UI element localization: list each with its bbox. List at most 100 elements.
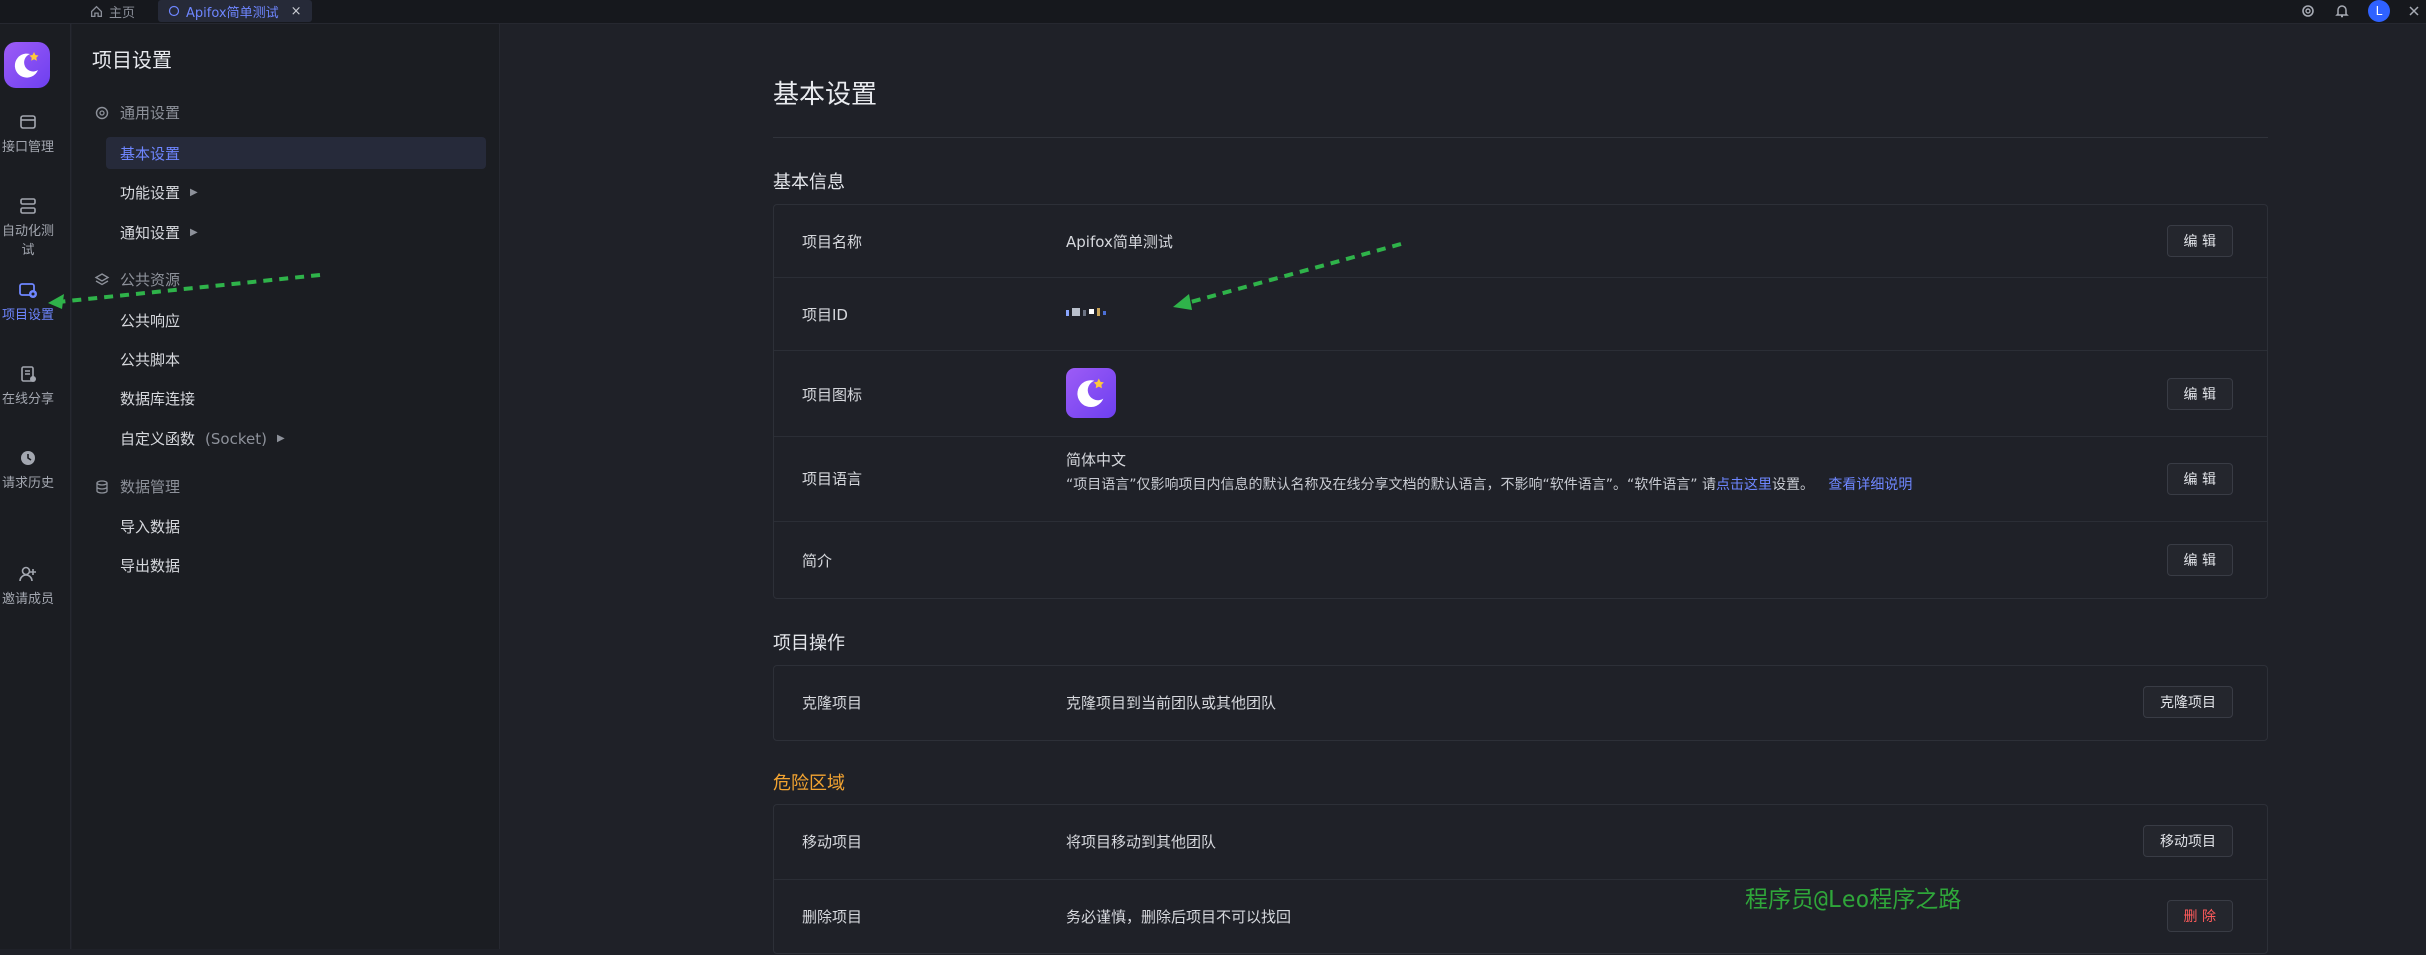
nav-title: 项目设置 bbox=[92, 48, 172, 72]
project-settings-icon bbox=[19, 283, 37, 298]
main-content: 基本设置 基本信息 项目名称 Apifox简单测试 编 辑 项目ID 项目图标 bbox=[500, 24, 2426, 954]
nav-item-export[interactable]: 导出数据 bbox=[120, 555, 180, 576]
nav-item-custom-func[interactable]: 自定义函数 (Socket) ▶ bbox=[120, 428, 285, 449]
settings-nav: 项目设置 通用设置 基本设置 功能设置 ▶ 通知设置 ▶ 公共资源 公共响应 公… bbox=[72, 24, 500, 949]
nav-item-label: 通知设置 bbox=[120, 224, 181, 242]
row-delete: 删除项目 务必谨慎，删除后项目不可以找回 删 除 bbox=[774, 880, 2267, 955]
row-label: 简介 bbox=[802, 552, 833, 570]
annotation-arrow-left bbox=[48, 273, 321, 309]
row-project-name: 项目名称 Apifox简单测试 编 辑 bbox=[774, 205, 2267, 278]
nav-item-label: 公共脚本 bbox=[120, 351, 181, 369]
row-clone: 克隆项目 克隆项目到当前团队或其他团队 克隆项目 bbox=[774, 666, 2267, 740]
rail-item-label: 自动化测试 bbox=[1, 224, 54, 258]
nav-group-general: 通用设置 bbox=[94, 102, 180, 123]
delete-project-button[interactable]: 删 除 bbox=[2166, 900, 2233, 932]
edit-name-button[interactable]: 编 辑 bbox=[2166, 225, 2233, 257]
home-icon bbox=[90, 5, 103, 17]
click-here-link[interactable]: 点击这里 bbox=[1716, 477, 1772, 493]
rail-item-history[interactable]: 请求历史 bbox=[0, 448, 56, 491]
danger-zone-card: 移动项目 将项目移动到其他团队 移动项目 删除项目 务必谨慎，删除后项目不可以找… bbox=[773, 804, 2268, 954]
api-icon bbox=[20, 115, 36, 129]
section-project-ops: 项目操作 bbox=[773, 633, 845, 654]
project-language-value: 简体中文 bbox=[1066, 451, 1127, 469]
rail-item-label: 邀请成员 bbox=[1, 592, 54, 607]
tab-project-label: Apifox简单测试 bbox=[186, 5, 279, 21]
row-project-id: 项目ID bbox=[774, 278, 2267, 351]
share-icon bbox=[21, 366, 36, 382]
nav-item-basic[interactable]: 基本设置 bbox=[106, 137, 486, 169]
nav-item-db-connect[interactable]: 数据库连接 bbox=[120, 388, 195, 409]
top-tab-bar: 主页 Apifox简单测试 × L bbox=[0, 0, 2426, 24]
detail-link[interactable]: 查看详细说明 bbox=[1828, 477, 1912, 493]
nav-group-label: 数据管理 bbox=[120, 478, 181, 496]
watermark-text: 程序员@Leo程序之路 bbox=[1745, 887, 1962, 913]
row-project-icon: 项目图标 编 辑 bbox=[774, 351, 2267, 437]
rail-item-label: 请求历史 bbox=[1, 476, 54, 491]
move-description: 将项目移动到其他团队 bbox=[1066, 833, 1217, 851]
delete-description: 务必谨慎，删除后项目不可以找回 bbox=[1066, 908, 1292, 926]
row-label: 删除项目 bbox=[802, 908, 863, 926]
close-icon[interactable]: × bbox=[291, 4, 302, 19]
gear-icon bbox=[95, 106, 109, 119]
top-right-icons: L bbox=[2300, 0, 2426, 22]
caret-right-icon: ▶ bbox=[190, 187, 198, 198]
language-hint-text: “项目语言”仅影响项目内信息的默认名称及在线分享文档的默认语言，不影响“软件语言… bbox=[1066, 477, 1716, 493]
nav-item-label: 自定义函数 bbox=[120, 430, 196, 448]
row-label: 克隆项目 bbox=[802, 694, 863, 712]
tab-home[interactable]: 主页 bbox=[90, 0, 135, 22]
invite-icon bbox=[19, 566, 36, 582]
row-label: 项目语言 bbox=[802, 470, 863, 488]
rail-item-label: 在线分享 bbox=[1, 392, 54, 407]
tab-project[interactable]: Apifox简单测试 × bbox=[158, 0, 312, 22]
moon-icon bbox=[1077, 378, 1104, 408]
row-project-language: 项目语言 简体中文 “项目语言”仅影响项目内信息的默认名称及在线分享文档的默认语… bbox=[774, 437, 2267, 522]
project-tab-icon bbox=[168, 5, 180, 17]
rail-item-api[interactable]: 接口管理 bbox=[0, 112, 56, 155]
clone-description: 克隆项目到当前团队或其他团队 bbox=[1066, 694, 1277, 712]
rail-item-label: 接口管理 bbox=[1, 140, 54, 155]
title-divider bbox=[773, 137, 2268, 138]
caret-right-icon: ▶ bbox=[276, 433, 285, 444]
moon-icon bbox=[14, 52, 39, 78]
clone-project-button[interactable]: 克隆项目 bbox=[2143, 686, 2233, 718]
nav-item-suffix: (Socket) bbox=[205, 429, 267, 448]
edit-language-button[interactable]: 编 辑 bbox=[2166, 463, 2233, 495]
caret-right-icon: ▶ bbox=[190, 227, 198, 238]
history-icon bbox=[21, 451, 35, 465]
move-project-button[interactable]: 移动项目 bbox=[2143, 825, 2233, 857]
nav-item-import[interactable]: 导入数据 bbox=[120, 516, 180, 537]
section-basic-info: 基本信息 bbox=[773, 172, 845, 193]
row-label: 项目ID bbox=[802, 306, 848, 324]
nav-item-label: 基本设置 bbox=[120, 144, 181, 163]
page-title: 基本设置 bbox=[773, 80, 878, 110]
language-hint-suffix: 设置。 bbox=[1771, 477, 1814, 493]
user-avatar[interactable]: L bbox=[2368, 0, 2390, 22]
nav-item-feature[interactable]: 功能设置 ▶ bbox=[120, 182, 198, 203]
nav-item-notify[interactable]: 通知设置 ▶ bbox=[120, 222, 198, 243]
section-danger-zone: 危险区域 bbox=[773, 773, 845, 794]
basic-info-card: 项目名称 Apifox简单测试 编 辑 项目ID 项目图标 编 辑 项目语言 简… bbox=[773, 204, 2268, 599]
nav-item-label: 数据库连接 bbox=[120, 390, 196, 408]
row-label: 项目名称 bbox=[802, 233, 863, 251]
app-logo[interactable] bbox=[4, 42, 50, 88]
language-hint: “项目语言”仅影响项目内信息的默认名称及在线分享文档的默认语言，不影响“软件语言… bbox=[1066, 474, 1912, 494]
rail-item-automation[interactable]: 自动化测试 bbox=[0, 196, 56, 258]
row-move: 移动项目 将项目移动到其他团队 移动项目 bbox=[774, 805, 2267, 880]
left-rail: 接口管理 自动化测试 项目设置 在线分享 请求历史 邀请成员 bbox=[0, 24, 71, 949]
rail-item-share[interactable]: 在线分享 bbox=[0, 364, 56, 407]
edit-intro-button[interactable]: 编 辑 bbox=[2166, 544, 2233, 576]
gear-icon[interactable] bbox=[2300, 3, 2316, 19]
nav-item-public-script[interactable]: 公共脚本 bbox=[120, 349, 180, 370]
row-label: 项目图标 bbox=[802, 386, 863, 404]
annotation-arrow-right bbox=[1173, 242, 1402, 310]
close-icon[interactable] bbox=[2408, 5, 2420, 17]
row-intro: 简介 编 辑 bbox=[774, 522, 2267, 598]
bell-icon[interactable] bbox=[2334, 3, 2350, 19]
nav-item-label: 功能设置 bbox=[120, 184, 181, 202]
edit-icon-button[interactable]: 编 辑 bbox=[2166, 378, 2233, 410]
project-icon-image bbox=[1066, 368, 1116, 418]
nav-item-label: 导出数据 bbox=[120, 557, 181, 575]
project-ops-card: 克隆项目 克隆项目到当前团队或其他团队 克隆项目 bbox=[773, 665, 2268, 741]
rail-item-invite[interactable]: 邀请成员 bbox=[0, 564, 56, 607]
automation-icon bbox=[20, 198, 36, 214]
